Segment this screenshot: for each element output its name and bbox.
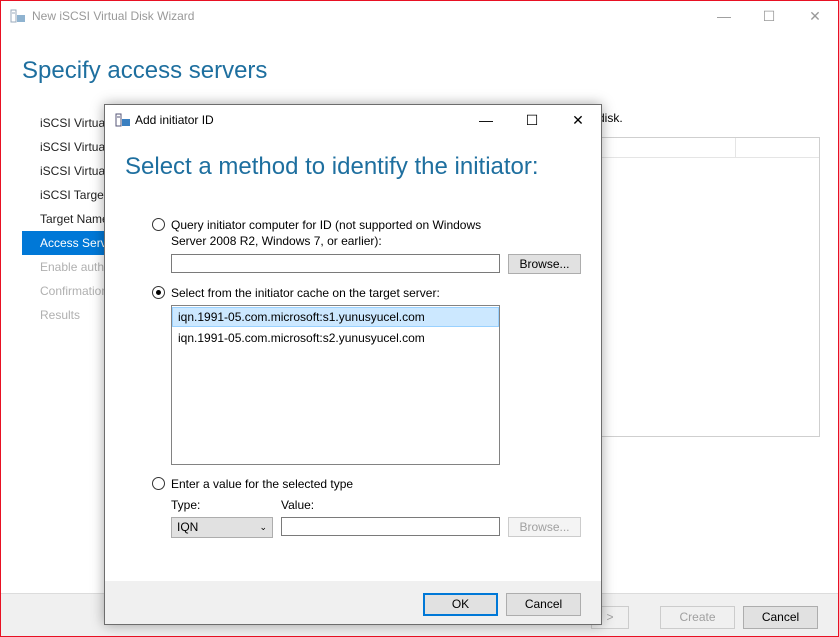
list-item[interactable]: iqn.1991-05.com.microsoft:s2.yunusyucel.… xyxy=(172,328,499,348)
server-app-icon xyxy=(115,113,130,127)
ok-button[interactable]: OK xyxy=(423,593,498,616)
dialog-heading: Select a method to identify the initiato… xyxy=(125,153,539,180)
type-select[interactable]: IQN ⌄ xyxy=(171,517,273,538)
query-label-line1: Query initiator computer for ID (not sup… xyxy=(171,218,482,232)
minimize-icon[interactable]: — xyxy=(463,105,509,135)
close-icon[interactable]: ✕ xyxy=(792,1,838,31)
maximize-icon[interactable]: ☐ xyxy=(746,1,792,31)
access-servers-list[interactable] xyxy=(598,137,820,437)
dialog-title: Add initiator ID xyxy=(135,113,214,127)
wizard-title: New iSCSI Virtual Disk Wizard xyxy=(32,9,195,23)
add-initiator-dialog: Add initiator ID — ☐ ✕ Select a method t… xyxy=(104,104,602,625)
cache-radio[interactable] xyxy=(152,286,165,299)
enter-label: Enter a value for the selected type xyxy=(171,477,354,491)
query-browse-button[interactable]: Browse... xyxy=(508,254,581,274)
query-label-line2: Server 2008 R2, Windows 7, or earlier): xyxy=(171,234,382,248)
close-icon[interactable]: ✕ xyxy=(555,105,601,135)
create-button[interactable]: Create xyxy=(660,606,735,629)
maximize-icon[interactable]: ☐ xyxy=(509,105,555,135)
wizard-cancel-button[interactable]: Cancel xyxy=(743,606,818,629)
value-input[interactable] xyxy=(281,517,500,536)
enter-radio[interactable] xyxy=(152,477,165,490)
minimize-icon[interactable]: — xyxy=(701,1,747,31)
wizard-titlebar[interactable]: New iSCSI Virtual Disk Wizard — ☐ ✕ xyxy=(1,1,838,31)
type-label: Type: xyxy=(171,498,201,512)
list-item[interactable]: iqn.1991-05.com.microsoft:s1.yunusyucel.… xyxy=(172,307,499,327)
dialog-titlebar[interactable]: Add initiator ID — ☐ ✕ xyxy=(105,105,601,135)
server-app-icon xyxy=(10,9,25,23)
page-title: Specify access servers xyxy=(22,57,268,84)
dialog-cancel-button[interactable]: Cancel xyxy=(506,593,581,616)
query-radio[interactable] xyxy=(152,218,165,231)
initiator-cache-list[interactable]: iqn.1991-05.com.microsoft:s1.yunusyucel.… xyxy=(171,305,500,465)
query-computer-input[interactable] xyxy=(171,254,500,273)
value-browse-button[interactable]: Browse... xyxy=(508,517,581,537)
cache-label: Select from the initiator cache on the t… xyxy=(171,286,440,300)
wizard-header: Specify access servers xyxy=(1,31,838,103)
list-header xyxy=(599,138,819,158)
value-label: Value: xyxy=(281,498,315,512)
chevron-down-icon: ⌄ xyxy=(259,522,267,532)
dialog-footer: OK Cancel xyxy=(105,581,601,624)
type-select-value: IQN xyxy=(177,520,199,534)
